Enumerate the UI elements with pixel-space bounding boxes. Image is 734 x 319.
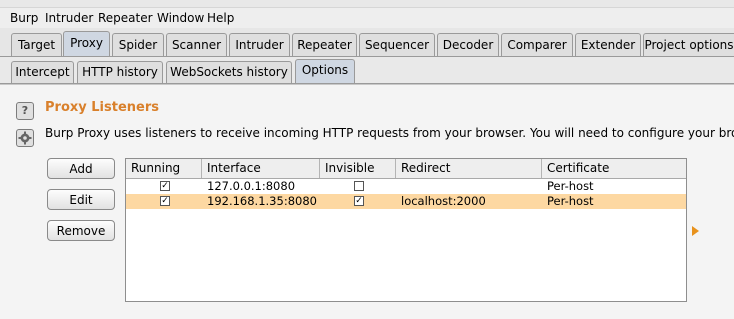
question-icon[interactable]: ? [16,102,34,120]
redirect-cell: localhost:2000 [401,194,486,208]
col-certificate[interactable]: Certificate [542,159,686,178]
col-redirect[interactable]: Redirect [396,159,542,178]
invisible-checkbox[interactable] [354,181,364,191]
tab-proxy[interactable]: Proxy [63,31,110,56]
section-title: Proxy Listeners [45,100,159,115]
interface-cell: 127.0.0.1:8080 [207,179,296,193]
tab-target[interactable]: Target [11,33,62,56]
tab-intruder[interactable]: Intruder [229,33,290,56]
certificate-cell: Per-host [547,179,594,193]
tab-options[interactable]: Options [295,59,355,83]
menu-intruder[interactable]: Intruder [45,11,93,25]
tab-comparer[interactable]: Comparer [501,33,573,56]
menu-burp[interactable]: Burp [10,11,38,25]
menu-window[interactable]: Window [157,11,204,25]
menu-repeater[interactable]: Repeater [98,11,153,25]
menu-help[interactable]: Help [207,11,234,25]
menu-bar: Burp Intruder Repeater Window Help [0,8,734,28]
running-checkbox[interactable]: ✓ [160,196,170,206]
col-running[interactable]: Running [126,159,202,178]
tab-intercept[interactable]: Intercept [11,61,74,83]
proxy-listeners-table: Running Interface Invisible Redirect Cer… [125,158,687,302]
proxy-sub-tab-bar: Intercept HTTP history WebSockets histor… [0,57,734,84]
col-interface[interactable]: Interface [202,159,320,178]
interface-cell: 192.168.1.35:8080 [207,194,317,208]
table-row[interactable]: ✓ 127.0.0.1:8080 Per-host [126,179,686,194]
col-invisible[interactable]: Invisible [320,159,396,178]
running-checkbox[interactable]: ✓ [160,181,170,191]
redirect-cell [396,179,401,194]
tab-extender[interactable]: Extender [575,33,641,56]
tab-scanner[interactable]: Scanner [166,33,227,56]
window-top-strip [0,0,734,8]
section-description: Burp Proxy uses listeners to receive inc… [45,126,734,140]
main-tab-bar: Target Proxy Spider Scanner Intruder Rep… [0,28,734,57]
tab-repeater[interactable]: Repeater [292,33,357,56]
tab-websockets-history[interactable]: WebSockets history [166,61,292,83]
table-header: Running Interface Invisible Redirect Cer… [126,159,686,179]
add-button[interactable]: Add [47,158,115,179]
triangle-right-icon[interactable] [692,226,699,236]
certificate-cell: Per-host [547,194,594,208]
tab-http-history[interactable]: HTTP history [77,61,163,83]
edit-button[interactable]: Edit [47,189,115,210]
invisible-checkbox[interactable]: ✓ [354,196,364,206]
table-row[interactable]: ✓ 192.168.1.35:8080 ✓ localhost:2000 Per… [126,194,686,209]
tab-sequencer[interactable]: Sequencer [359,33,435,56]
remove-button[interactable]: Remove [47,220,115,241]
tab-project-options[interactable]: Project options [643,33,734,56]
gear-icon[interactable] [16,129,34,147]
tab-spider[interactable]: Spider [112,33,164,56]
tab-decoder[interactable]: Decoder [437,33,499,56]
